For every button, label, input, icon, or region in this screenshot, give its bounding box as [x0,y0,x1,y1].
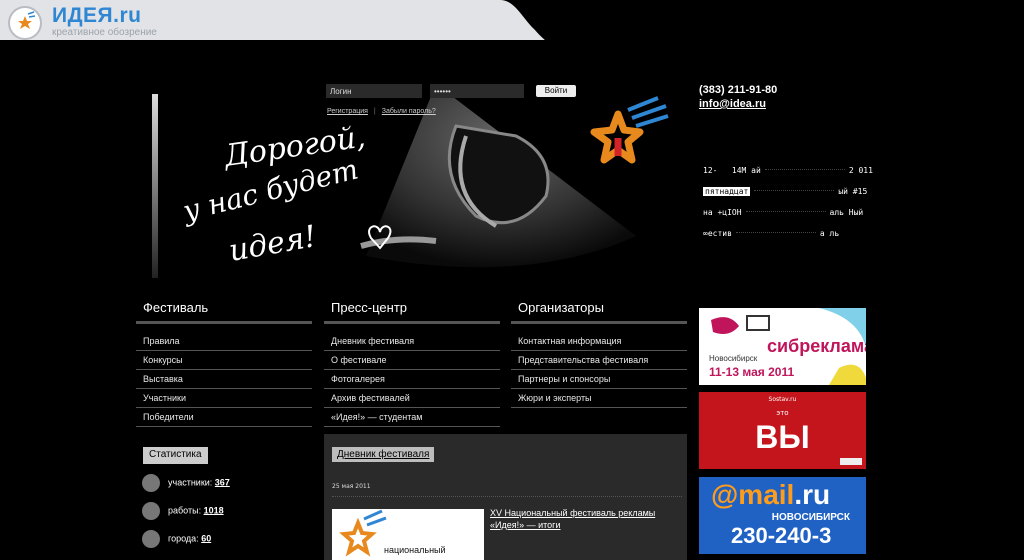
ad3-logo: @mail.ru [711,479,831,510]
festival-info-line: 12- 14М ай 2 011 [703,166,873,175]
hero-image: Дорогой, у нас будет идея! [136,86,636,286]
hero-line-3: идея! [226,219,319,269]
works-icon [142,502,160,520]
diary-panel: Дневник фестиваля 25 мая 2011 национальн… [324,434,687,560]
divider [332,496,682,497]
menu-item-students[interactable]: «Идея!» — студентам [324,408,500,427]
festival-menu: Фестиваль Правила Конкурсы Выставка Учас… [136,300,312,427]
ad2-eto: это [776,409,789,417]
register-link[interactable]: Регистрация [327,108,368,115]
menu-item-archive[interactable]: Архив фестивалей [324,389,500,408]
ad1-date: 11-13 мая 2011 [709,365,795,379]
site-subtitle: креативное обозрение [52,27,157,38]
ad2-headline: ВЫ [755,419,810,455]
festival-info-line: пятнадцат ый #15 [703,187,868,196]
festival-menu-title: Фестиваль [143,300,209,315]
cities-count-link[interactable]: 60 [201,533,211,543]
stat-participants: участники: 367 [142,474,230,494]
divider [324,321,500,324]
menu-item-winners[interactable]: Победители [136,408,312,427]
press-menu: Пресс-центр Дневник фестиваля О фестивал… [324,300,500,427]
logo-icon[interactable] [8,6,42,40]
ad2-tag [840,458,862,465]
menu-item-gallery[interactable]: Фотогалерея [324,370,500,389]
divider [511,321,687,324]
organizers-menu-title: Организаторы [518,300,604,315]
menu-item-participants[interactable]: Участники [136,389,312,408]
menu-item-partners[interactable]: Партнеры и спонсоры [511,370,687,389]
festival-star-logo [588,96,672,172]
ad2-brand: Sostav.ru [768,396,797,403]
diary-button[interactable]: Дневник фестиваля [332,447,435,462]
site-title[interactable]: ИДЕЯ.ru [52,4,142,28]
menu-item-diary[interactable]: Дневник фестиваля [324,332,500,351]
ad-sostav[interactable]: Sostav.ru это ВЫ [699,392,866,469]
diary-thumbnail[interactable]: национальный [332,509,484,560]
stat-cities: города: 60 [142,530,211,550]
forgot-password-link[interactable]: Забыли пароль? [382,108,436,115]
participants-count-link[interactable]: 367 [215,477,230,487]
press-menu-title: Пресс-центр [331,300,408,315]
menu-item-rules[interactable]: Правила [136,332,312,351]
diary-article-link[interactable]: XV Национальный фестиваль рекламы «Идея!… [490,507,680,531]
contact-block: (383) 211-91-80 info@idea.ru [699,83,777,111]
contact-phone: (383) 211-91-80 [699,84,778,96]
diary-date: 25 мая 2011 [332,483,371,490]
menu-item-representatives[interactable]: Представительства фестиваля [511,351,687,370]
link-separator: | [373,108,376,115]
ad-sibreklama[interactable]: сибреклама Новосибирск 11-13 мая 2011 [699,308,866,385]
menu-item-exhibition[interactable]: Выставка [136,370,312,389]
stat-works: работы: 1018 [142,502,224,522]
menu-item-contacts[interactable]: Контактная информация [511,332,687,351]
password-input[interactable] [430,84,524,98]
menu-item-jury[interactable]: Жюри и эксперты [511,389,687,408]
ad3-city: НОВОСИБИРСК [771,512,850,523]
festival-info: 12- 14М ай 2 011 пятнадцат ый #15 на +цIОН… [703,166,873,250]
login-button[interactable]: Войти [536,85,576,97]
menu-item-about[interactable]: О фестивале [324,351,500,370]
diary-thumbnail-text: национальный [384,545,446,555]
cities-icon [142,530,160,548]
statistics-button[interactable]: Статистика [143,447,208,464]
contact-email-link[interactable]: info@idea.ru [699,98,766,110]
ad-mailru[interactable]: @mail.ru НОВОСИБИРСК 230-240-3 [699,477,866,554]
ad1-city: Новосибирск [709,354,758,363]
festival-info-line: на +цIОН аль Ный [703,208,864,217]
menu-item-contests[interactable]: Конкурсы [136,351,312,370]
divider [136,321,312,324]
ad3-phone: 230-240-3 [731,523,832,548]
works-count-link[interactable]: 1018 [204,505,224,515]
top-banner: ИДЕЯ.ru креативное обозрение [0,0,1024,44]
login-input[interactable] [326,84,422,98]
participants-icon [142,474,160,492]
login-links: Регистрация | Забыли пароль? [327,108,436,115]
ad1-title: сибреклама [767,336,866,356]
festival-info-line: ∞естив а ль [703,229,840,238]
organizers-menu: Организаторы Контактная информация Предс… [511,300,687,408]
